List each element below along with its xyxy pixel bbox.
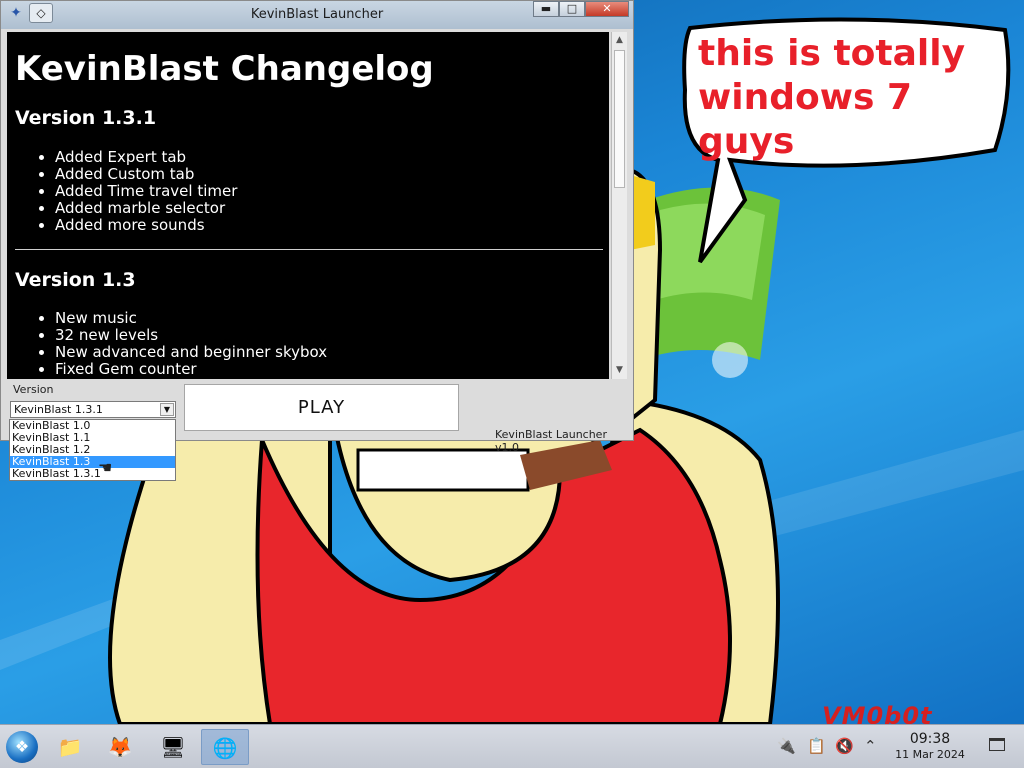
minimize-button[interactable]: ▬	[533, 1, 559, 17]
show-desktop-icon[interactable]	[989, 738, 1005, 751]
list-item: Added Time travel timer	[55, 183, 237, 200]
start-button[interactable]: ❖	[6, 731, 38, 763]
list-item: Added more sounds	[55, 217, 237, 234]
version-dropdown-list[interactable]: KevinBlast 1.0 KevinBlast 1.1 KevinBlast…	[9, 419, 176, 481]
scroll-up-icon[interactable]: ▲	[612, 33, 627, 48]
version-option[interactable]: KevinBlast 1.3.1	[10, 468, 175, 480]
version-heading: Version 1.3.1	[15, 107, 157, 129]
launcher-version-label: KevinBlast Launcher v1.0	[495, 428, 607, 454]
changelog-heading: KevinBlast Changelog	[15, 49, 434, 89]
kevinblast-launcher-taskbar-button[interactable]: 🌐	[201, 729, 249, 765]
chevron-down-icon[interactable]: ▼	[160, 403, 174, 416]
version-select[interactable]: KevinBlast 1.3.1 ▼	[10, 401, 176, 418]
chevron-up-icon[interactable]: ⌃	[864, 737, 877, 755]
close-button[interactable]: ✕	[585, 1, 629, 17]
maximize-button[interactable]: □	[559, 1, 585, 17]
play-button[interactable]: PLAY	[184, 384, 459, 431]
list-item: New advanced and beginner skybox	[55, 344, 327, 361]
clipboard-icon[interactable]: 📋	[807, 737, 826, 755]
list-item: Added Expert tab	[55, 149, 237, 166]
title-bar[interactable]: ✦ ◇ KevinBlast Launcher ▬ □ ✕	[1, 1, 633, 29]
changelog-scrollbar[interactable]: ▲ ▼	[611, 32, 627, 379]
launcher-window: ✦ ◇ KevinBlast Launcher ▬ □ ✕ KevinBlast…	[0, 0, 634, 454]
scroll-thumb[interactable]	[614, 50, 625, 188]
version-heading: Version 1.3	[15, 269, 136, 291]
clock-date[interactable]: 11 Mar 2024	[888, 748, 972, 761]
file-manager-icon[interactable]: 📁	[52, 729, 88, 765]
window-controls: ▬ □ ✕	[533, 1, 629, 19]
speech-bubble-text: this is totally windows 7 guys	[698, 33, 966, 162]
control-panel-icon[interactable]: 🖥	[155, 729, 191, 765]
version-select-value: KevinBlast 1.3.1	[14, 403, 103, 416]
mouse-cursor-icon: ☚	[98, 458, 113, 477]
network-icon[interactable]: 🔌	[777, 737, 796, 755]
taskbar: ❖ 📁 🦊 🖥 🌐 🔌 📋 🔇 ⌃	[0, 724, 1024, 768]
list-item: New music	[55, 310, 327, 327]
list-item: Added Custom tab	[55, 166, 237, 183]
list-item: Fixed Gem counter	[55, 361, 327, 378]
version-label: Version	[13, 383, 54, 396]
changelog-list: New music 32 new levels New advanced and…	[37, 310, 327, 378]
firefox-icon[interactable]: 🦊	[102, 729, 138, 765]
scroll-down-icon[interactable]: ▼	[612, 363, 627, 378]
clock-time[interactable]: 09:38	[896, 731, 964, 747]
changelog-list: Added Expert tab Added Custom tab Added …	[37, 149, 237, 234]
volume-muted-icon[interactable]: 🔇	[835, 737, 854, 755]
list-item: 32 new levels	[55, 327, 327, 344]
list-item: Added marble selector	[55, 200, 237, 217]
changelog-panel[interactable]: KevinBlast Changelog Version 1.3.1 Added…	[7, 32, 609, 379]
divider	[15, 249, 603, 250]
